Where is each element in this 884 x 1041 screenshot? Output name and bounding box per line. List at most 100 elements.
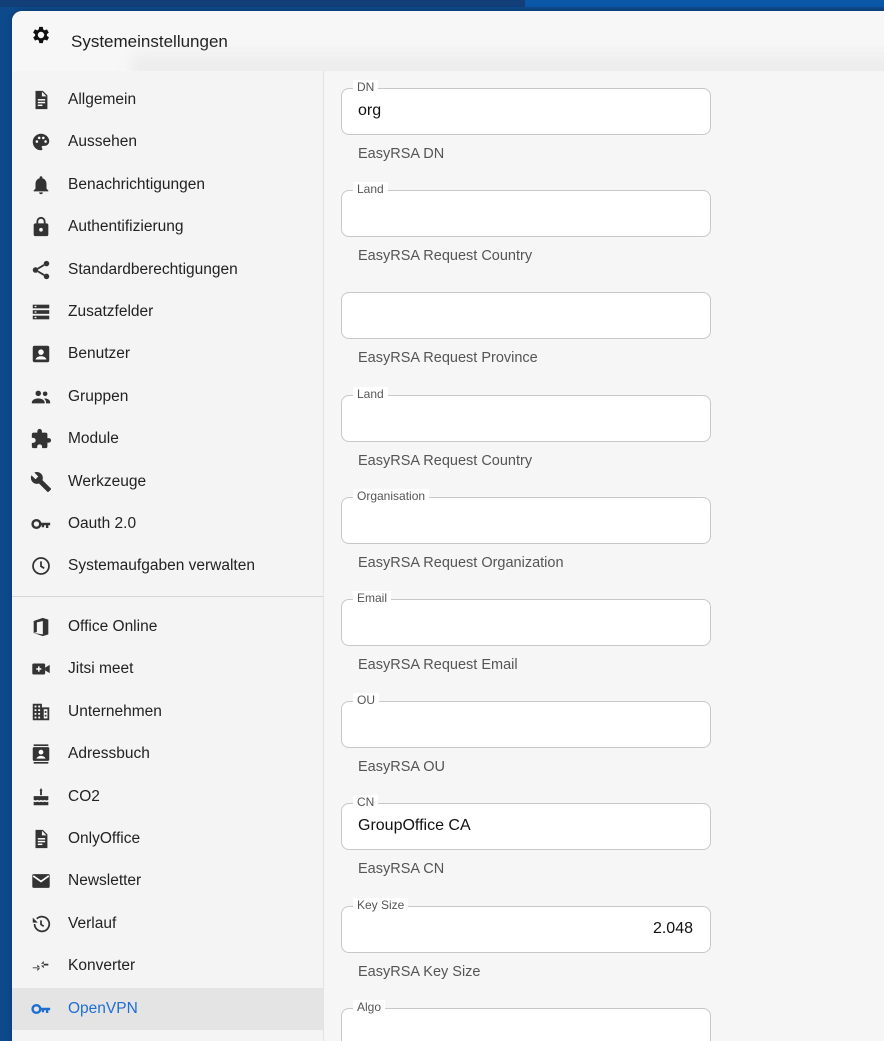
bell-icon [33, 176, 49, 194]
sidebar-item-authentifizierung[interactable]: Authentifizierung [12, 206, 323, 248]
field-hint: EasyRSA Request Organization [358, 554, 564, 571]
sidebar-item-adressbuch[interactable]: Adressbuch [12, 733, 323, 775]
field-land[interactable]: Land [341, 182, 711, 238]
sidebar-item-label: OpenVPN [68, 999, 138, 1017]
puzzle-icon [31, 429, 52, 449]
sidebar-item-benachrichtigungen[interactable]: Benachrichtigungen [12, 164, 323, 206]
mail-icon [32, 874, 50, 889]
document-icon [35, 829, 48, 849]
field-ou[interactable]: OU [341, 693, 711, 749]
land-input[interactable] [358, 204, 688, 223]
sidebar-item-label: Module [68, 430, 119, 448]
field-label: Land [353, 386, 388, 401]
sidebar-item-aussehen[interactable]: Aussehen [12, 121, 323, 163]
sidebar-item-module[interactable]: Module [12, 418, 323, 460]
sidebar-item-label: CO2 [68, 787, 100, 805]
title-bar: Systemeinstellungen [12, 11, 884, 71]
field-label: Email [353, 591, 392, 605]
sidebar-item-label: Oauth 2.0 [68, 515, 137, 532]
key-icon [31, 518, 51, 530]
field-key-size[interactable]: Key Size [341, 897, 711, 953]
sidebar-item-label: Adressbuch [68, 745, 150, 763]
sidebar-item-label: Authentifizierung [68, 218, 184, 236]
history-icon [32, 915, 51, 933]
sidebar-item-jitsi-meet[interactable]: Jitsi meet [12, 648, 323, 690]
storage-list-icon [32, 304, 50, 320]
field-email[interactable]: Email [341, 591, 711, 646]
sidebar-item-label: Newsletter [68, 872, 142, 890]
sidebar-item-gruppen[interactable]: Gruppen [12, 376, 323, 418]
field-label: DN [353, 80, 379, 94]
palette-icon [32, 134, 50, 151]
sidebar-item-werkzeuge[interactable]: Werkzeuge [12, 461, 323, 503]
field-hint: EasyRSA Request Email [358, 657, 518, 673]
field-hint: EasyRSA CN [358, 861, 445, 878]
cn-input[interactable] [358, 817, 688, 836]
field-label: OU [353, 693, 379, 708]
office-icon [33, 617, 49, 637]
field-dn[interactable]: DN [341, 80, 711, 135]
wrench-icon [30, 471, 52, 492]
ou-input[interactable] [358, 715, 688, 734]
sidebar-item-label: Standardberechtigungen [68, 260, 238, 278]
sidebar-item-office-online[interactable]: Office Online [12, 606, 323, 648]
sidebar-item-zusatzfelder[interactable]: Zusatzfelder [12, 291, 323, 333]
clock-icon [32, 557, 50, 576]
sidebar-item-openvpn[interactable]: OpenVPN [12, 987, 323, 1030]
sidebar-item-allgemein[interactable]: Allgemein [12, 79, 323, 121]
field-hint: EasyRSA DN [358, 146, 445, 162]
key-size-input[interactable] [363, 919, 693, 938]
window-title: Systemeinstellungen [71, 32, 228, 51]
sidebar-item-label: Systemaufgaben verwalten [68, 557, 255, 575]
sidebar-item-label: Benutzer [68, 345, 131, 363]
field-hint: EasyRSA Request Province [358, 350, 538, 367]
settings-sidebar: Allgemein Aussehen Benachrichtigungen Authe… [12, 71, 324, 1041]
group-icon [31, 390, 51, 404]
settings-content: DN EasyRSA DN Land EasyRSA Request Country E… [324, 71, 884, 1041]
sidebar-item-label: Jitsi meet [68, 660, 134, 678]
land-input[interactable] [358, 408, 688, 427]
email-input[interactable] [358, 613, 688, 631]
field-cn[interactable]: CN [341, 795, 711, 851]
gear-icon [33, 26, 49, 44]
algo-input[interactable] [358, 1021, 688, 1040]
field-unlabeled[interactable] [341, 292, 711, 340]
field-organisation[interactable]: Organisation [341, 488, 711, 544]
sidebar-item-label: Werkzeuge [68, 472, 147, 490]
field-hint: EasyRSA Request Country [358, 452, 533, 469]
key-icon [31, 1003, 51, 1014]
sidebar-item-label: Konverter [68, 957, 136, 975]
sidebar-item-label: Unternehmen [68, 702, 162, 720]
organisation-input[interactable] [358, 510, 688, 529]
field-label: Land [353, 182, 388, 197]
field-land[interactable]: Land [341, 386, 711, 442]
sidebar-item-co2[interactable]: CO2 [12, 776, 323, 818]
contacts-icon [32, 744, 50, 764]
field-label: CN [353, 795, 379, 810]
unlabeled-input[interactable] [358, 306, 688, 325]
dn-input[interactable] [358, 102, 688, 120]
sidebar-item-label: Zusatzfelder [68, 303, 154, 320]
sidebar-item-standardberechtigungen[interactable]: Standardberechtigungen [12, 249, 323, 291]
sidebar-item-label: Aussehen [68, 133, 137, 151]
sidebar-item-label: Gruppen [68, 387, 129, 405]
sidebar-item-systemaufgaben-verwalten[interactable]: Systemaufgaben verwalten [12, 545, 323, 587]
sidebar-divider [12, 596, 323, 597]
field-label: Algo [353, 999, 386, 1014]
desktop-background-strip [0, 0, 525, 7]
sidebar-item-konverter[interactable]: Konverter [12, 945, 323, 987]
field-algo[interactable]: Algo [341, 999, 711, 1041]
sidebar-item-verlauf[interactable]: Verlauf [12, 903, 323, 945]
field-hint: EasyRSA Request Country [358, 248, 533, 265]
field-label: Key Size [353, 897, 409, 912]
sidebar-item-oauth-2-0[interactable]: Oauth 2.0 [12, 503, 323, 545]
field-label: Organisation [353, 488, 430, 503]
sidebar-item-newsletter[interactable]: Newsletter [12, 860, 323, 902]
sidebar-item-onlyoffice[interactable]: OnlyOffice [12, 818, 323, 860]
document-icon [35, 90, 48, 110]
cake-icon [33, 787, 49, 805]
sidebar-item-label: Allgemein [68, 91, 137, 108]
sidebar-item-benutzer[interactable]: Benutzer [12, 333, 323, 375]
field-hint: EasyRSA OU [358, 759, 446, 776]
sidebar-item-unternehmen[interactable]: Unternehmen [12, 691, 323, 733]
